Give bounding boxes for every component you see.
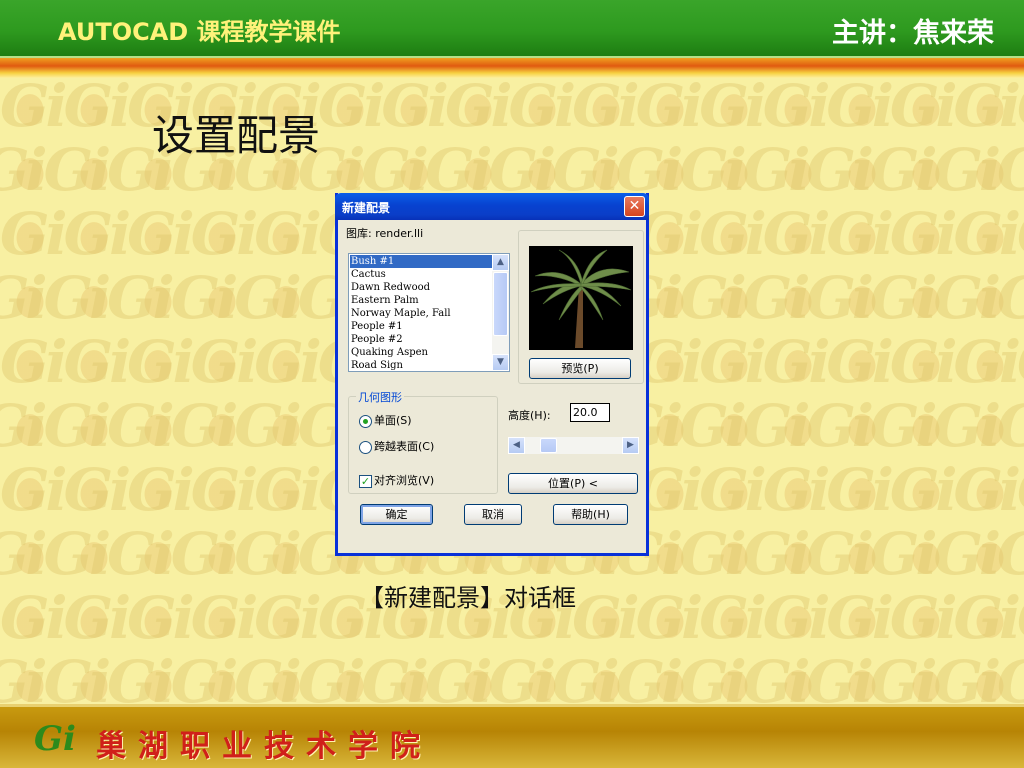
course-title: AUTOCAD 课程教学课件 xyxy=(58,18,341,46)
height-input[interactable]: 20.0 xyxy=(570,403,610,422)
figure-caption: 【新建配景】对话框 xyxy=(360,584,576,612)
list-item[interactable]: Norway Maple, Fall xyxy=(350,307,493,320)
scroll-right-icon[interactable]: ▶ xyxy=(622,437,639,454)
geometry-group-label: 几何图形 xyxy=(356,389,404,405)
list-item[interactable]: People #1 xyxy=(350,320,493,333)
height-scroll-thumb[interactable] xyxy=(540,438,557,453)
help-button[interactable]: 帮助(H) xyxy=(553,504,628,525)
vertical-scrollbar[interactable]: ▲ ▼ xyxy=(492,254,509,371)
list-item[interactable]: Quaking Aspen xyxy=(350,346,493,359)
school-name: 巢湖职业技术学院 xyxy=(96,729,432,764)
radio-unselected-icon xyxy=(359,440,372,454)
checkmark-icon: ✓ xyxy=(359,474,372,488)
single-face-label: 单面(S) xyxy=(374,414,412,427)
height-label: 高度(H): xyxy=(508,409,551,422)
watermark-logo-icon: GiGiGiGiGiGiGiGiGiGiGiGiGiGiGiGiGi xyxy=(0,648,1024,704)
landscape-listbox[interactable]: Bush #1 Cactus Dawn Redwood Eastern Palm Nor… xyxy=(348,253,510,372)
align-view-checkbox[interactable]: ✓ 对齐浏览(V) xyxy=(359,473,434,489)
scroll-down-icon[interactable]: ▼ xyxy=(492,354,509,371)
cross-face-label: 跨越表面(C) xyxy=(374,440,435,453)
list-item[interactable]: Bush #1 xyxy=(350,255,493,268)
header-bar: AUTOCAD 课程教学课件 主讲：焦来荣 xyxy=(0,0,1024,58)
list-item[interactable]: Cactus xyxy=(350,268,493,281)
preview-button[interactable]: 预览(P) xyxy=(529,358,631,379)
cancel-button[interactable]: 取消 xyxy=(464,504,522,525)
geometry-groupbox: 几何图形 单面(S) 跨越表面(C) ✓ 对齐浏览(V) xyxy=(348,389,498,494)
list-item[interactable]: Dawn Redwood xyxy=(350,281,493,294)
header-stripe xyxy=(0,58,1024,78)
close-button[interactable]: ✕ xyxy=(624,196,645,217)
library-label: 图库: render.lli xyxy=(346,227,424,240)
align-view-label: 对齐浏览(V) xyxy=(374,474,435,487)
dialog-title: 新建配景 xyxy=(342,201,391,215)
position-button[interactable]: 位置(P) < xyxy=(508,473,638,494)
presenter-name: 主讲：焦来荣 xyxy=(832,18,994,49)
single-face-radio[interactable]: 单面(S) xyxy=(359,413,412,429)
preview-panel: 预览(P) xyxy=(518,230,644,384)
list-item[interactable]: Road Sign xyxy=(350,359,493,372)
scroll-thumb[interactable] xyxy=(493,272,508,336)
list-item[interactable]: People #2 xyxy=(350,333,493,346)
new-landscape-dialog: 新建配景 ✕ 图库: render.lli Bush #1 Cactus Dawn … xyxy=(335,193,649,556)
school-logo-icon: Gi xyxy=(34,719,76,759)
footer-bar: Gi 巢湖职业技术学院 xyxy=(0,704,1024,768)
list-item[interactable]: Eastern Palm xyxy=(350,294,493,307)
slide-title: 设置配景 xyxy=(152,111,321,160)
palm-tree-preview-image xyxy=(529,246,633,350)
ok-button[interactable]: 确定 xyxy=(360,504,433,525)
cross-face-radio[interactable]: 跨越表面(C) xyxy=(359,439,434,455)
landscape-list: Bush #1 Cactus Dawn Redwood Eastern Palm Nor… xyxy=(350,255,493,372)
scroll-up-icon[interactable]: ▲ xyxy=(492,254,509,271)
height-scrollbar[interactable]: ◀ ▶ xyxy=(508,437,639,454)
radio-selected-icon xyxy=(359,414,372,428)
close-icon: ✕ xyxy=(628,198,641,214)
dialog-titlebar[interactable]: 新建配景 ✕ xyxy=(335,193,649,220)
scroll-left-icon[interactable]: ◀ xyxy=(508,437,525,454)
